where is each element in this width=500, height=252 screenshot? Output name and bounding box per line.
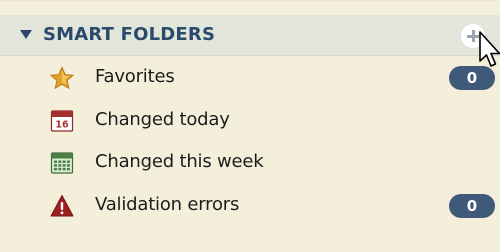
favorites-label: Favorites xyxy=(95,66,175,87)
triangle-down-icon[interactable] xyxy=(20,30,32,39)
calendar-day-icon: 16 xyxy=(50,110,74,132)
smart-folders-panel: SMART FOLDERS Favorites 0 16 Changed tod… xyxy=(0,0,500,252)
validation-errors-count-badge: 0 xyxy=(449,194,495,218)
calendar-week-icon xyxy=(50,152,74,174)
section-title: SMART FOLDERS xyxy=(43,24,216,45)
changed-today-label: Changed today xyxy=(95,109,230,130)
smart-folder-changed-this-week[interactable]: Changed this week xyxy=(0,144,500,180)
smart-folders-header[interactable]: SMART FOLDERS xyxy=(0,15,500,56)
star-icon xyxy=(50,66,74,90)
mouse-cursor-icon xyxy=(479,31,500,67)
validation-errors-label: Validation errors xyxy=(95,194,240,215)
smart-folder-changed-today[interactable]: 16 Changed today xyxy=(0,102,500,138)
smart-folder-favorites[interactable]: Favorites 0 xyxy=(0,59,500,95)
warning-icon xyxy=(50,195,74,217)
smart-folder-validation-errors[interactable]: Validation errors 0 xyxy=(0,187,500,223)
changed-this-week-label: Changed this week xyxy=(95,151,264,172)
calendar-day-number: 16 xyxy=(55,120,69,131)
